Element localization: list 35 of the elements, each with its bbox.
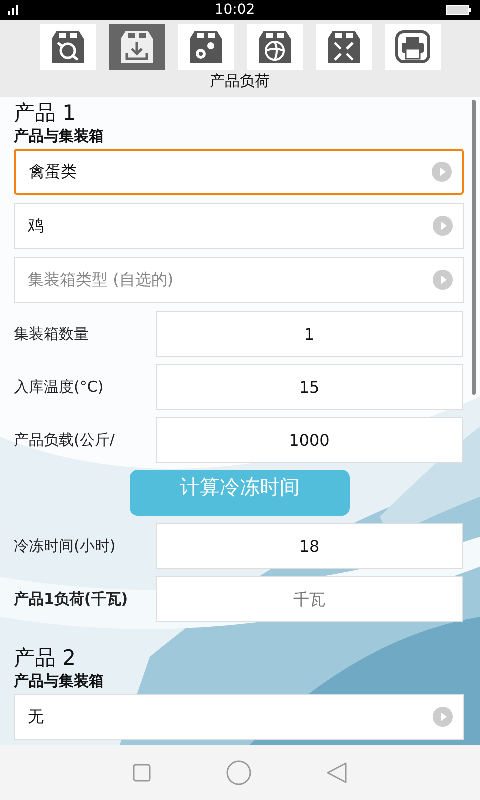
input-field[interactable]: 1 [156, 311, 463, 357]
toolbar-tab[interactable] [40, 24, 96, 70]
field-label: 冷冻时间(小时) [14, 536, 117, 556]
input-field[interactable]: 千瓦 [156, 576, 463, 622]
back-icon[interactable] [326, 762, 348, 784]
section-label: 产品与集装箱 [14, 671, 105, 691]
play-icon [433, 216, 453, 236]
dropdown-field[interactable]: 无 [14, 694, 464, 740]
recents-icon[interactable] [132, 762, 152, 782]
home-icon[interactable] [226, 760, 252, 786]
toolbar-tab[interactable] [108, 24, 164, 70]
dropdown-field[interactable]: 集装箱类型 (自选的) [14, 257, 464, 303]
toolbar-tab[interactable] [246, 24, 302, 70]
dropdown-field[interactable]: 禽蛋类 [14, 149, 464, 195]
field-label: 产品1负荷(千瓦) [14, 590, 130, 608]
play-icon [433, 270, 453, 290]
toolbar-tab[interactable] [178, 24, 234, 70]
field-label: 入库温度(°C) [14, 378, 105, 396]
field-label: 集装箱数量 [14, 324, 90, 344]
play-icon [432, 162, 452, 182]
status-time: 10:02 [214, 2, 256, 18]
page-title: 产品负荷 [210, 72, 270, 91]
input-field[interactable]: 1000 [156, 417, 463, 463]
input-field[interactable]: 15 [156, 364, 463, 410]
product-heading: 产品 1 [14, 100, 78, 126]
toolbar-tab[interactable] [384, 24, 440, 70]
play-icon [433, 707, 453, 727]
field-label: 产品负载(公斤/ [14, 430, 116, 450]
product-heading: 产品 2 [14, 645, 78, 671]
printer-icon [394, 29, 432, 65]
dropdown-field[interactable]: 鸡 [14, 203, 464, 249]
input-field[interactable]: 18 [156, 523, 463, 569]
toolbar-tab[interactable] [316, 24, 372, 70]
battery-icon [446, 5, 472, 15]
section-label: 产品与集装箱 [14, 126, 105, 146]
